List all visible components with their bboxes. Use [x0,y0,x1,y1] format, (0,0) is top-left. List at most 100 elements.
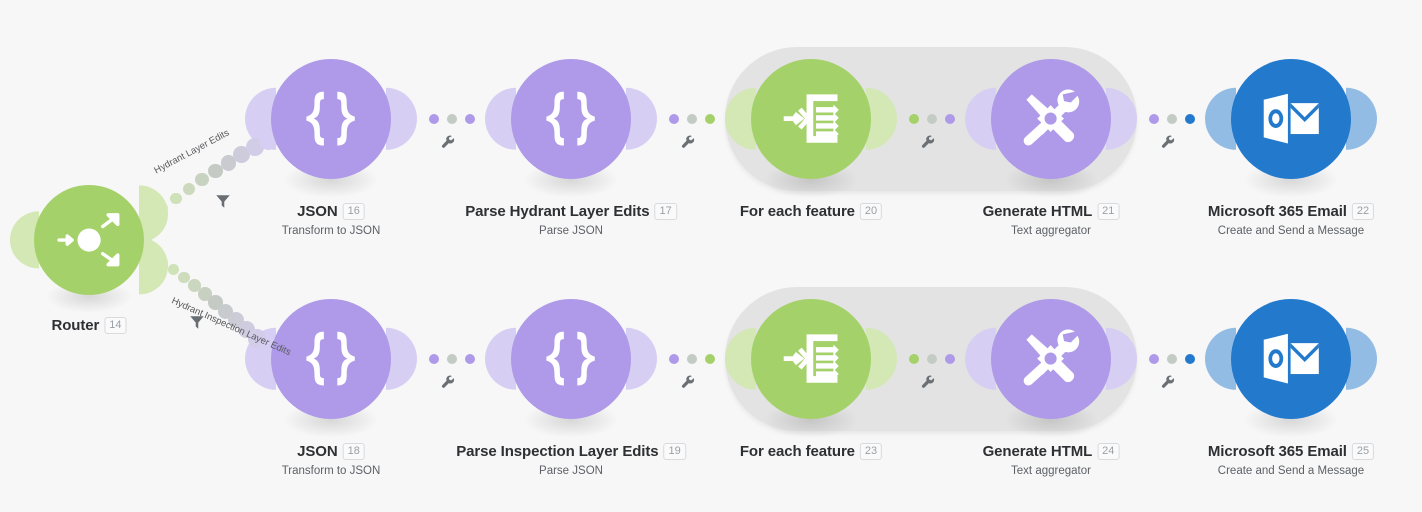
module-title: JSON [297,203,338,221]
module-number-badge: 17 [654,203,677,221]
module-title: Microsoft 365 Email [1207,203,1347,221]
link-dot [669,354,679,364]
outlook-icon[interactable] [1231,59,1351,179]
module-caption: Microsoft 365 Email 25 Create and Send a M… [1207,443,1375,477]
module-caption: For each feature 23 [739,443,883,461]
module-subtitle: Text aggregator [1011,465,1091,477]
router-caption: Router 14 [52,317,127,335]
link-dot [669,114,679,124]
link-dot [1149,354,1159,364]
module-number-badge: 22 [1351,203,1375,221]
route-1-dot [182,182,196,195]
scenario-canvas[interactable]: JSON 16 Transform to JSON Parse Hydrant Lay… [0,0,1422,512]
link-dot [705,114,715,124]
link-dot [465,354,475,364]
module-title: Parse Hydrant Layer Edits [465,203,650,221]
route-2-dot [167,264,179,276]
module-json-18[interactable]: JSON 18 Transform to JSON [245,299,417,477]
json-braces-icon[interactable] [511,59,631,179]
module-link[interactable] [1149,354,1195,364]
router-title: Router [51,317,100,335]
module-subtitle: Parse JSON [539,225,603,237]
router-split-icon[interactable] [34,185,144,295]
module-link[interactable] [909,114,955,124]
module-subtitle: Transform to JSON [281,225,381,237]
router-number-badge: 14 [104,317,127,335]
module-subtitle: Create and Send a Message [1217,225,1365,237]
tools-gear-icon[interactable] [991,59,1111,179]
link-dot [429,354,439,364]
route-1-dot [195,173,209,187]
module-title: JSON [297,443,338,461]
module-number-badge: 24 [1097,443,1120,461]
link-dot [1149,114,1159,124]
json-braces-icon[interactable] [271,299,391,419]
tools-gear-icon[interactable] [991,299,1111,419]
link-dot [1167,354,1177,364]
module-title: Microsoft 365 Email [1207,443,1347,461]
link-settings-wrench-icon[interactable] [441,375,455,389]
link-dot [909,114,919,124]
module-title: Parse Inspection Layer Edits [456,443,659,461]
iterator-icon[interactable] [751,299,871,419]
module-link[interactable] [429,114,475,124]
module-link[interactable] [669,114,715,124]
link-dot [927,354,937,364]
json-braces-icon[interactable] [511,299,631,419]
route-1-dot [158,203,168,213]
module-router-14[interactable]: Router 14 [10,185,168,335]
route-2-dot [158,257,168,267]
link-settings-wrench-icon[interactable] [681,135,695,149]
link-settings-wrench-icon[interactable] [921,375,935,389]
link-dot [927,114,937,124]
link-dot [687,114,697,124]
link-dot [705,354,715,364]
route-filter-funnel-icon-1[interactable] [215,193,231,209]
link-dot [1167,114,1177,124]
module-number-badge: 16 [342,203,365,221]
link-dot [945,354,955,364]
module-for-each-feature-23[interactable]: For each feature 23 [725,299,897,461]
module-number-badge: 23 [859,443,883,461]
module-json-16[interactable]: JSON 16 Transform to JSON [245,59,417,237]
link-dot [429,114,439,124]
link-dot [465,114,475,124]
module-caption: Generate HTML 21 Text aggregator [983,203,1120,237]
link-settings-wrench-icon[interactable] [1161,135,1175,149]
module-subtitle: Transform to JSON [281,465,381,477]
module-subtitle: Parse JSON [539,465,603,477]
module-title: Generate HTML [982,203,1093,221]
module-caption: Microsoft 365 Email 22 Create and Send a M… [1207,203,1375,237]
module-title: For each feature [739,203,855,221]
json-braces-icon[interactable] [271,59,391,179]
module-link[interactable] [429,354,475,364]
module-generate-html-24[interactable]: Generate HTML 24 Text aggregator [965,299,1137,477]
module-caption: Parse Inspection Layer Edits 19 Parse JSON [456,443,686,477]
link-settings-wrench-icon[interactable] [1161,375,1175,389]
module-caption: JSON 18 Transform to JSON [281,443,381,477]
module-microsoft-365-email-22[interactable]: Microsoft 365 Email 22 Create and Send a M… [1205,59,1377,237]
module-parse-hydrant-layer-edits-17[interactable]: Parse Hydrant Layer Edits 17 Parse JSON [465,59,677,237]
link-dot [909,354,919,364]
link-dot [1185,114,1195,124]
module-generate-html-21[interactable]: Generate HTML 21 Text aggregator [965,59,1137,237]
iterator-icon[interactable] [751,59,871,179]
link-settings-wrench-icon[interactable] [441,135,455,149]
module-for-each-feature-20[interactable]: For each feature 20 [725,59,897,221]
link-settings-wrench-icon[interactable] [681,375,695,389]
module-title: For each feature [739,443,855,461]
link-dot [687,354,697,364]
module-microsoft-365-email-25[interactable]: Microsoft 365 Email 25 Create and Send a M… [1205,299,1377,477]
module-caption: Generate HTML 24 Text aggregator [983,443,1120,477]
route-1-dot [208,163,223,179]
module-title: Generate HTML [982,443,1093,461]
route-filter-funnel-icon-2[interactable] [189,314,205,330]
module-parse-inspection-layer-edits-19[interactable]: Parse Inspection Layer Edits 19 Parse JSON [456,299,686,477]
module-link[interactable] [909,354,955,364]
link-settings-wrench-icon[interactable] [921,135,935,149]
module-link[interactable] [669,354,715,364]
module-link[interactable] [1149,114,1195,124]
module-caption: For each feature 20 [739,203,883,221]
link-dot [447,354,457,364]
outlook-icon[interactable] [1231,299,1351,419]
